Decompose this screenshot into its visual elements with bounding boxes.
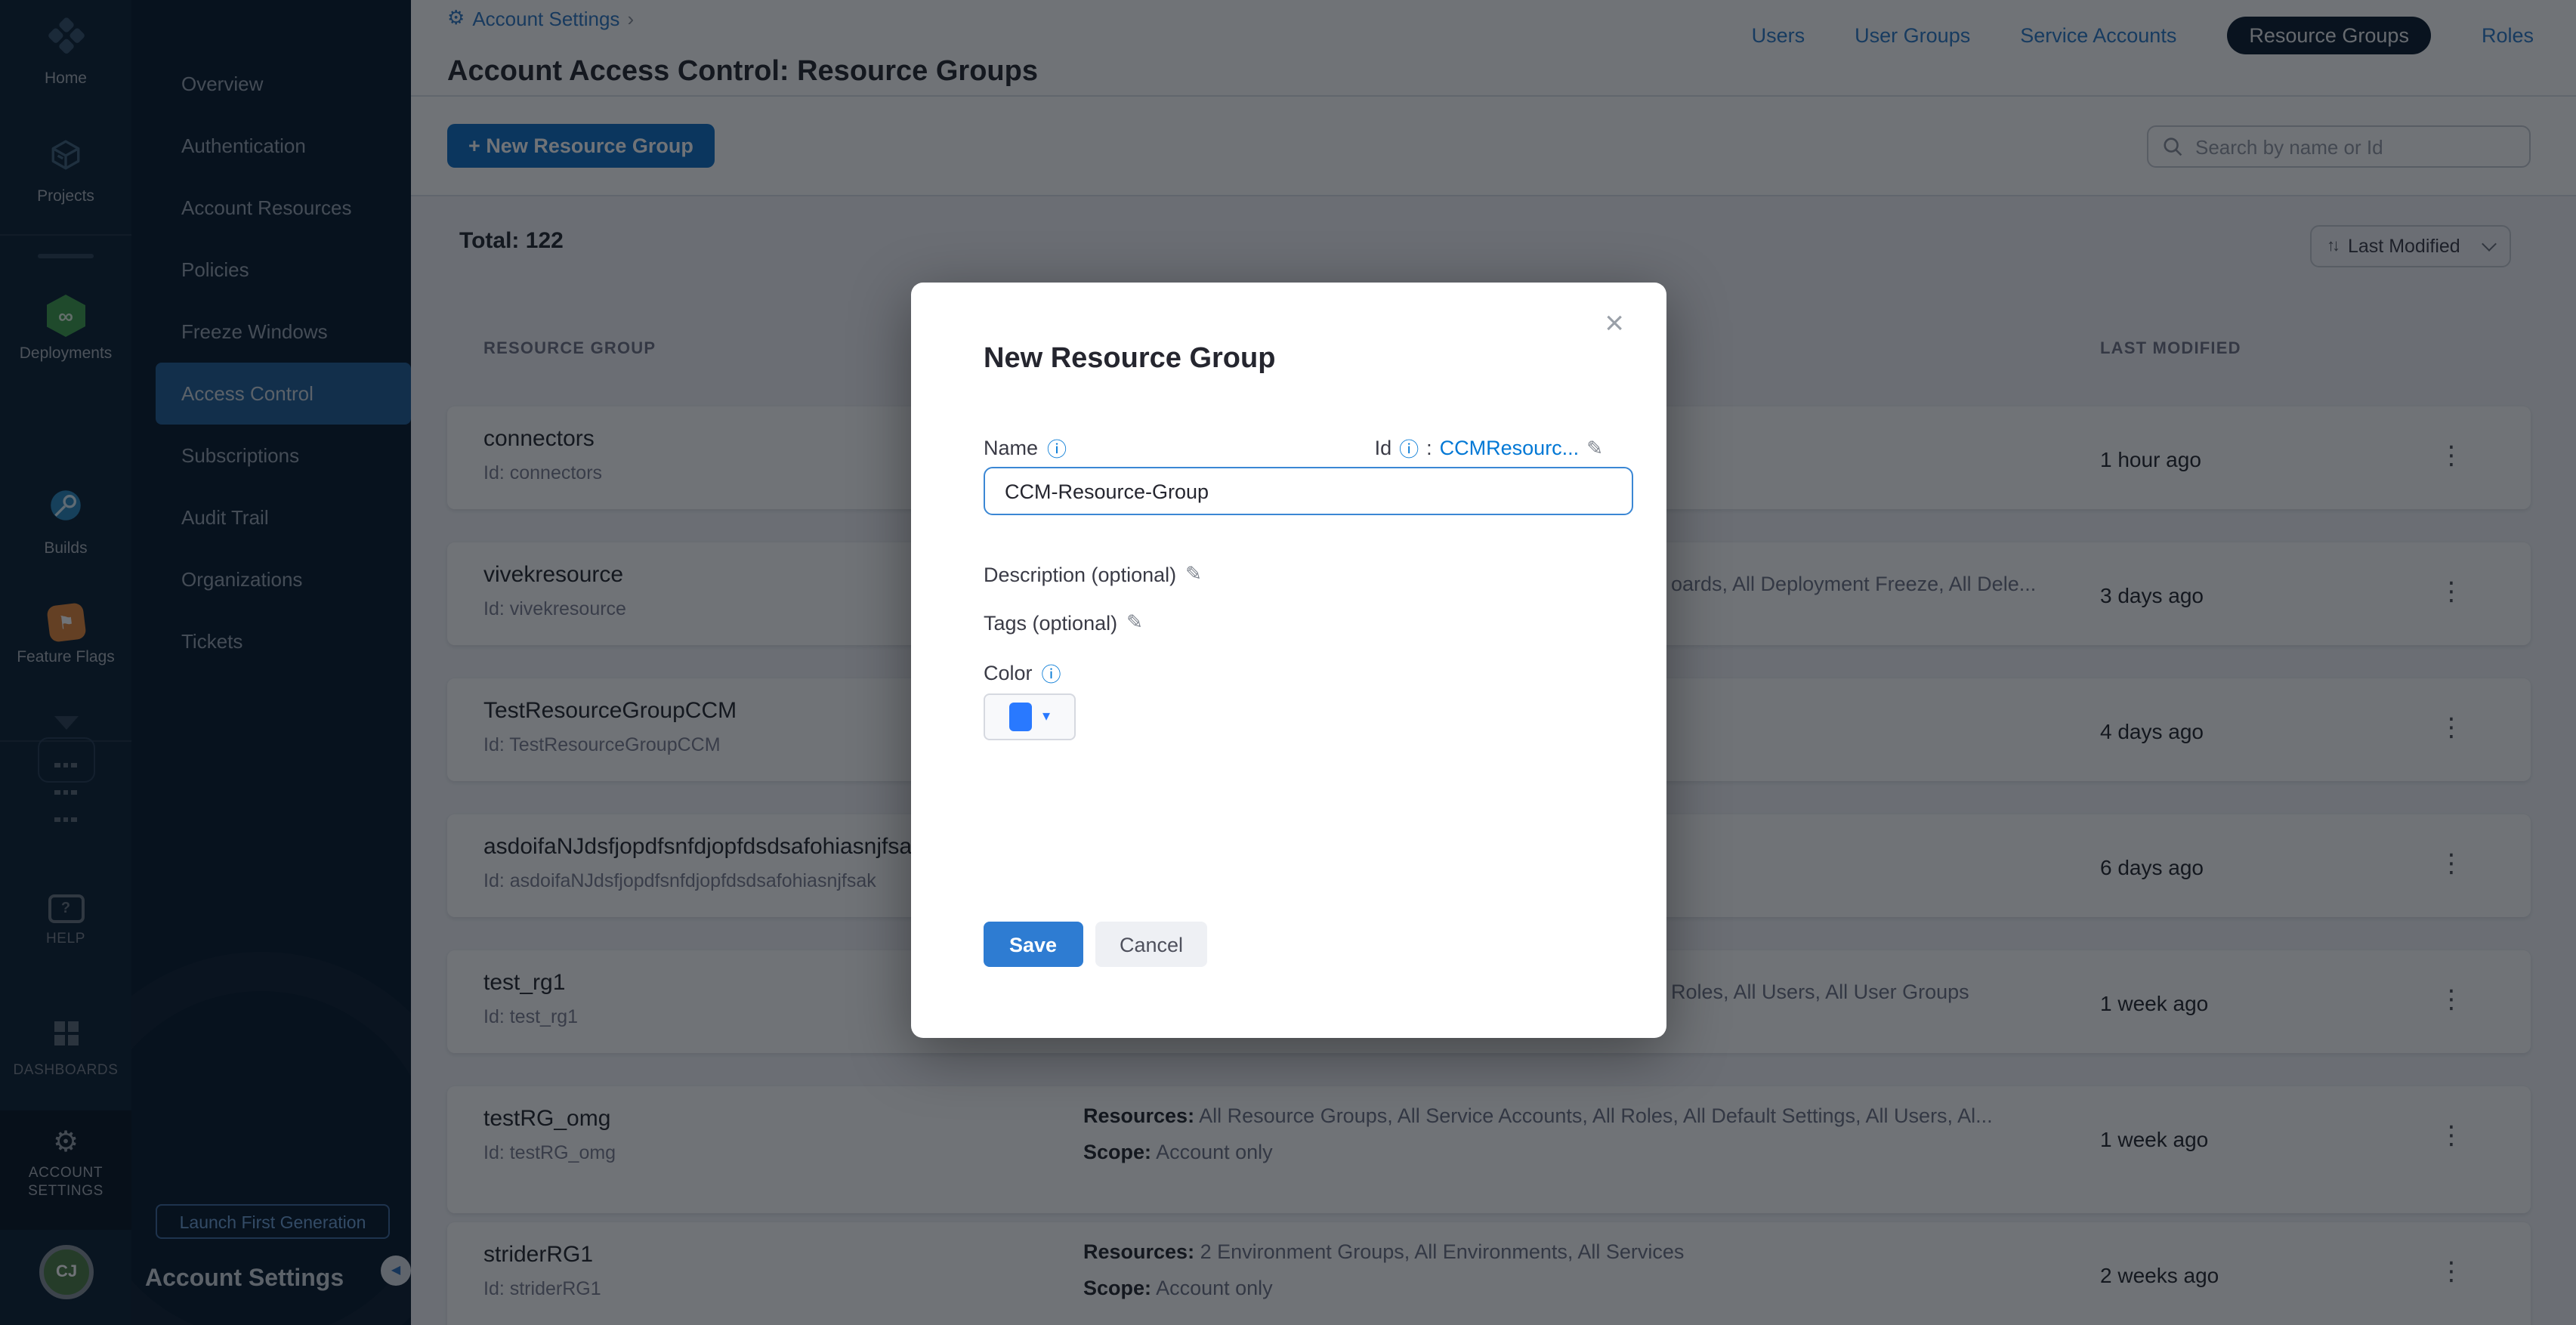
color-picker-dropdown[interactable]: ▾ <box>984 693 1076 740</box>
edit-icon[interactable]: ✎ <box>1185 562 1202 586</box>
new-resource-group-modal: × New Resource Group Name ⓘ Id ⓘ : CCMRe… <box>911 283 1666 1038</box>
close-icon[interactable]: × <box>1605 304 1624 343</box>
description-label: Description (optional) ✎ <box>984 562 1202 586</box>
app-window: Home Projects ∞ Deployments Builds ⚑ Fea… <box>0 0 2576 1325</box>
tags-label-text: Tags (optional) <box>984 611 1117 634</box>
chevron-down-icon: ▾ <box>1042 709 1050 725</box>
color-label-text: Color <box>984 662 1033 684</box>
save-button[interactable]: Save <box>984 922 1083 967</box>
info-icon[interactable]: ⓘ <box>1042 659 1061 687</box>
info-icon[interactable]: ⓘ <box>1399 434 1419 462</box>
name-input[interactable] <box>984 467 1633 515</box>
name-label: Name ⓘ <box>984 434 1067 462</box>
description-label-text: Description (optional) <box>984 563 1176 585</box>
edit-icon[interactable]: ✎ <box>1586 436 1603 460</box>
color-label: Color ⓘ <box>984 659 1061 687</box>
edit-icon[interactable]: ✎ <box>1126 610 1143 635</box>
modal-title: New Resource Group <box>984 343 1275 376</box>
tags-label: Tags (optional) ✎ <box>984 610 1143 635</box>
id-value[interactable]: CCMResourc... <box>1440 437 1580 459</box>
id-row: Id ⓘ : CCMResourc... ✎ <box>1375 434 1603 462</box>
color-swatch <box>1009 703 1032 731</box>
cancel-button[interactable]: Cancel <box>1095 922 1207 967</box>
id-label: Id <box>1375 437 1392 459</box>
info-icon[interactable]: ⓘ <box>1047 434 1067 462</box>
id-separator: : <box>1426 437 1432 459</box>
name-label-text: Name <box>984 437 1038 459</box>
